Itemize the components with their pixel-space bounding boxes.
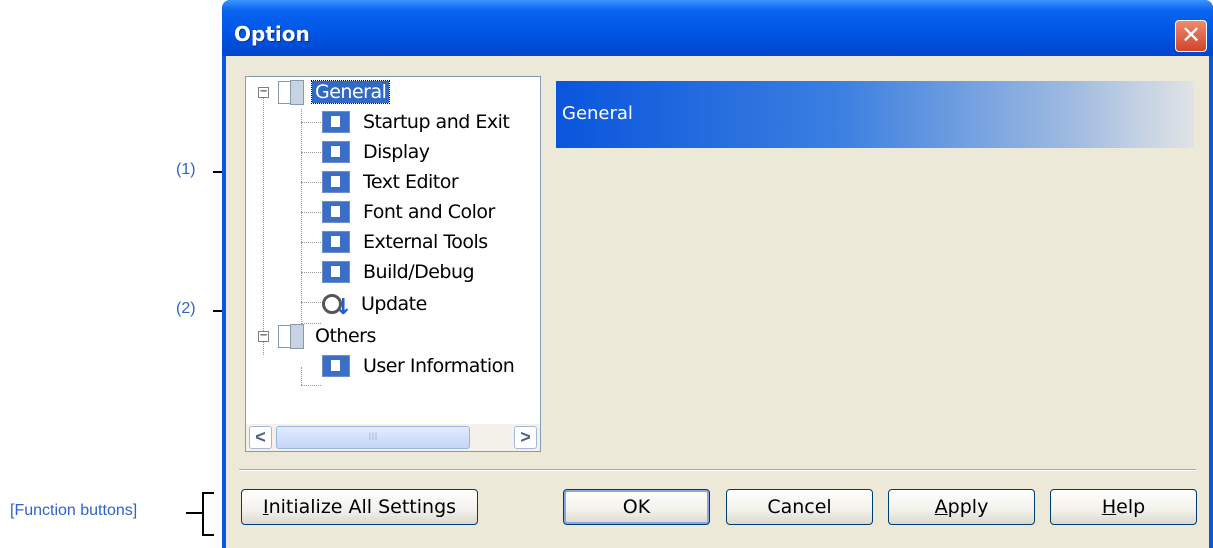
tree-connector [263, 97, 264, 355]
tree-connector [301, 182, 321, 183]
option-dialog: Option ✕ − General Startup and Exit Disp… [222, 0, 1213, 548]
update-icon [322, 291, 352, 320]
scroll-right-button[interactable]: > [514, 426, 537, 449]
tree-item-build-debug[interactable]: Build/Debug [322, 257, 477, 287]
tree-item-label: Update [361, 293, 427, 315]
cancel-button[interactable]: Cancel [726, 489, 873, 525]
tree-item-user-information[interactable]: User Information [322, 351, 517, 381]
window-title: Option [234, 22, 310, 46]
tree-item-text-editor[interactable]: Text Editor [322, 167, 461, 197]
tree-connector [301, 122, 321, 123]
tree-connector [301, 367, 302, 385]
tree-item-general[interactable]: − General [258, 77, 391, 107]
grip-icon: III [368, 431, 378, 443]
category-tree[interactable]: − General Startup and Exit Display Text … [245, 76, 541, 452]
page-icon [322, 111, 350, 133]
tree-item-label: General [310, 80, 391, 104]
tree-item-others[interactable]: − Others [258, 321, 379, 351]
tree-connector [301, 272, 321, 273]
tree-item-startup-and-exit[interactable]: Startup and Exit [322, 107, 512, 137]
tree-connector [301, 152, 321, 153]
function-buttons-bracket [202, 492, 214, 536]
tree-connector [301, 302, 321, 303]
tree-item-label: Others [315, 325, 376, 347]
tree-item-label: User Information [363, 355, 515, 377]
dialog-client: − General Startup and Exit Display Text … [226, 56, 1209, 548]
ok-button[interactable]: OK [563, 489, 710, 525]
chevron-right-icon: > [520, 427, 531, 447]
horizontal-scrollbar[interactable]: < III > [246, 424, 540, 451]
scroll-left-button[interactable]: < [249, 426, 272, 449]
page-icon [322, 231, 350, 253]
settings-panel-header: General [556, 81, 1194, 148]
tree-connector [301, 242, 321, 243]
tree-item-display[interactable]: Display [322, 137, 433, 167]
tree-item-external-tools[interactable]: External Tools [322, 227, 491, 257]
button-label: pply [947, 496, 989, 518]
button-label: Cancel [767, 496, 832, 518]
tree-connector [301, 109, 302, 324]
apply-button[interactable]: Apply [888, 489, 1035, 525]
tree-item-label: Build/Debug [363, 261, 475, 283]
folder-icon [276, 80, 306, 105]
scroll-thumb[interactable]: III [276, 426, 470, 449]
tree-item-label: External Tools [363, 231, 488, 253]
tree-content: − General Startup and Exit Display Text … [246, 77, 540, 423]
chevron-left-icon: < [255, 427, 266, 447]
page-icon [322, 141, 350, 163]
button-label: elp [1116, 496, 1146, 518]
callout-function-buttons-line [186, 512, 202, 514]
button-label: OK [622, 496, 651, 518]
button-label: nitialize All Settings [268, 496, 457, 518]
callout-1: (1) [176, 161, 196, 178]
tree-item-label: Font and Color [363, 201, 495, 223]
collapse-icon[interactable]: − [258, 86, 269, 98]
title-bar[interactable]: Option ✕ [222, 0, 1213, 56]
tree-item-font-and-color[interactable]: Font and Color [322, 197, 498, 227]
page-icon [322, 355, 350, 377]
mnemonic: H [1101, 496, 1117, 518]
initialize-all-settings-button[interactable]: Initialize All Settings [241, 489, 478, 525]
help-button[interactable]: Help [1050, 489, 1197, 525]
page-icon [322, 171, 350, 193]
tree-connector [301, 212, 321, 213]
page-icon [322, 201, 350, 223]
collapse-icon[interactable]: − [258, 330, 269, 342]
callout-function-buttons: [Function buttons] [10, 502, 138, 519]
folder-icon [276, 324, 306, 349]
tree-connector [301, 385, 321, 386]
tree-item-label: Startup and Exit [363, 111, 510, 133]
callout-2: (2) [176, 300, 196, 317]
tree-item-update[interactable]: Update [322, 289, 430, 320]
page-icon [322, 261, 350, 283]
close-button[interactable]: ✕ [1175, 20, 1207, 52]
separator [239, 469, 1196, 471]
tree-item-label: Text Editor [363, 171, 459, 193]
tree-item-label: Display [363, 141, 430, 163]
mnemonic: A [934, 496, 948, 518]
close-icon: ✕ [1180, 21, 1202, 49]
panel-title: General [562, 103, 633, 124]
